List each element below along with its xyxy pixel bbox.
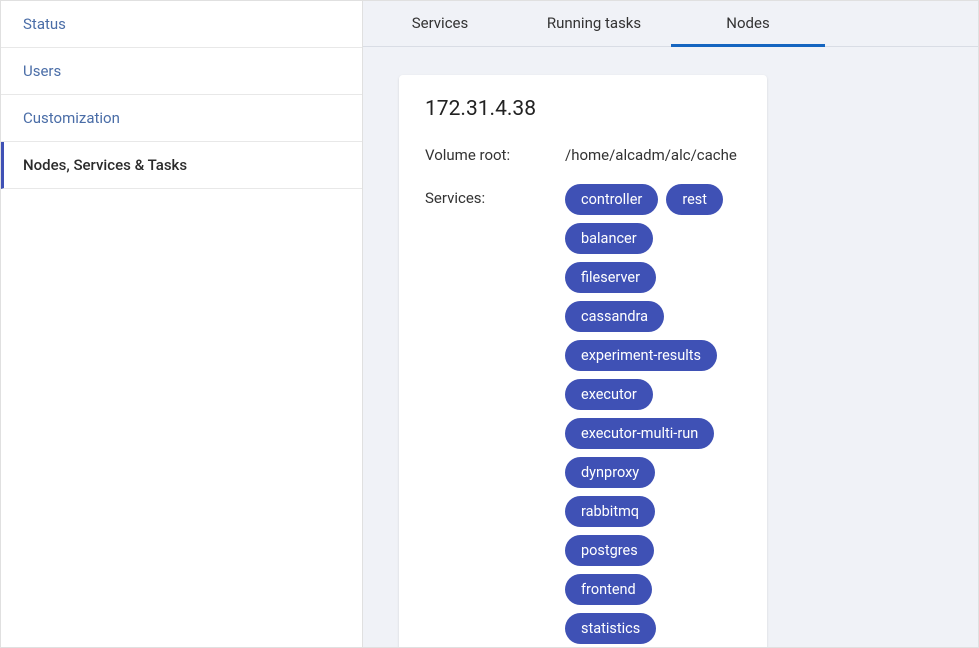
services-pills: controller rest balancer fileserver cassandr… xyxy=(565,184,741,644)
volume-root-row: Volume root: /home/alcadm/alc/cache xyxy=(425,141,741,164)
tab-label: Services xyxy=(412,14,469,32)
service-pill-executor-multi-run[interactable]: executor-multi-run xyxy=(565,418,714,449)
sidebar-item-label: Nodes, Services & Tasks xyxy=(23,156,187,174)
volume-root-label: Volume root: xyxy=(425,141,565,164)
service-pill-dynproxy[interactable]: dynproxy xyxy=(565,457,655,488)
service-pill-rest[interactable]: rest xyxy=(666,184,723,215)
tabbar: Services Running tasks Nodes xyxy=(363,1,978,47)
tab-services[interactable]: Services xyxy=(363,1,517,46)
main-panel: Services Running tasks Nodes 172.31.4.38… xyxy=(363,1,978,647)
service-pill-statistics[interactable]: statistics xyxy=(565,613,656,644)
service-pill-cassandra[interactable]: cassandra xyxy=(565,301,664,332)
sidebar-item-label: Status xyxy=(23,15,66,33)
sidebar-item-status[interactable]: Status xyxy=(1,1,362,48)
tab-label: Running tasks xyxy=(547,14,641,32)
service-pill-rabbitmq[interactable]: rabbitmq xyxy=(565,496,655,527)
service-pill-executor[interactable]: executor xyxy=(565,379,653,410)
sidebar-item-customization[interactable]: Customization xyxy=(1,95,362,142)
service-pill-experiment-results[interactable]: experiment-results xyxy=(565,340,717,371)
sidebar-item-nodes-services-tasks[interactable]: Nodes, Services & Tasks xyxy=(1,142,362,189)
tab-nodes[interactable]: Nodes xyxy=(671,1,825,46)
services-label: Services: xyxy=(425,184,565,207)
node-card: 172.31.4.38 Volume root: /home/alcadm/al… xyxy=(399,75,767,647)
service-pill-frontend[interactable]: frontend xyxy=(565,574,652,605)
services-row: Services: controller rest balancer fileserv… xyxy=(425,184,741,644)
service-pill-controller[interactable]: controller xyxy=(565,184,658,215)
node-ip-title: 172.31.4.38 xyxy=(425,97,741,121)
tab-label: Nodes xyxy=(726,14,769,32)
sidebar-item-users[interactable]: Users xyxy=(1,48,362,95)
service-pill-balancer[interactable]: balancer xyxy=(565,223,653,254)
service-pill-fileserver[interactable]: fileserver xyxy=(565,262,656,293)
sidebar: Status Users Customization Nodes, Servic… xyxy=(1,1,363,647)
sidebar-item-label: Users xyxy=(23,62,61,80)
service-pill-postgres[interactable]: postgres xyxy=(565,535,654,566)
sidebar-item-label: Customization xyxy=(23,109,120,127)
volume-root-value: /home/alcadm/alc/cache xyxy=(565,141,741,164)
content-area: 172.31.4.38 Volume root: /home/alcadm/al… xyxy=(363,47,978,647)
tab-running-tasks[interactable]: Running tasks xyxy=(517,1,671,46)
